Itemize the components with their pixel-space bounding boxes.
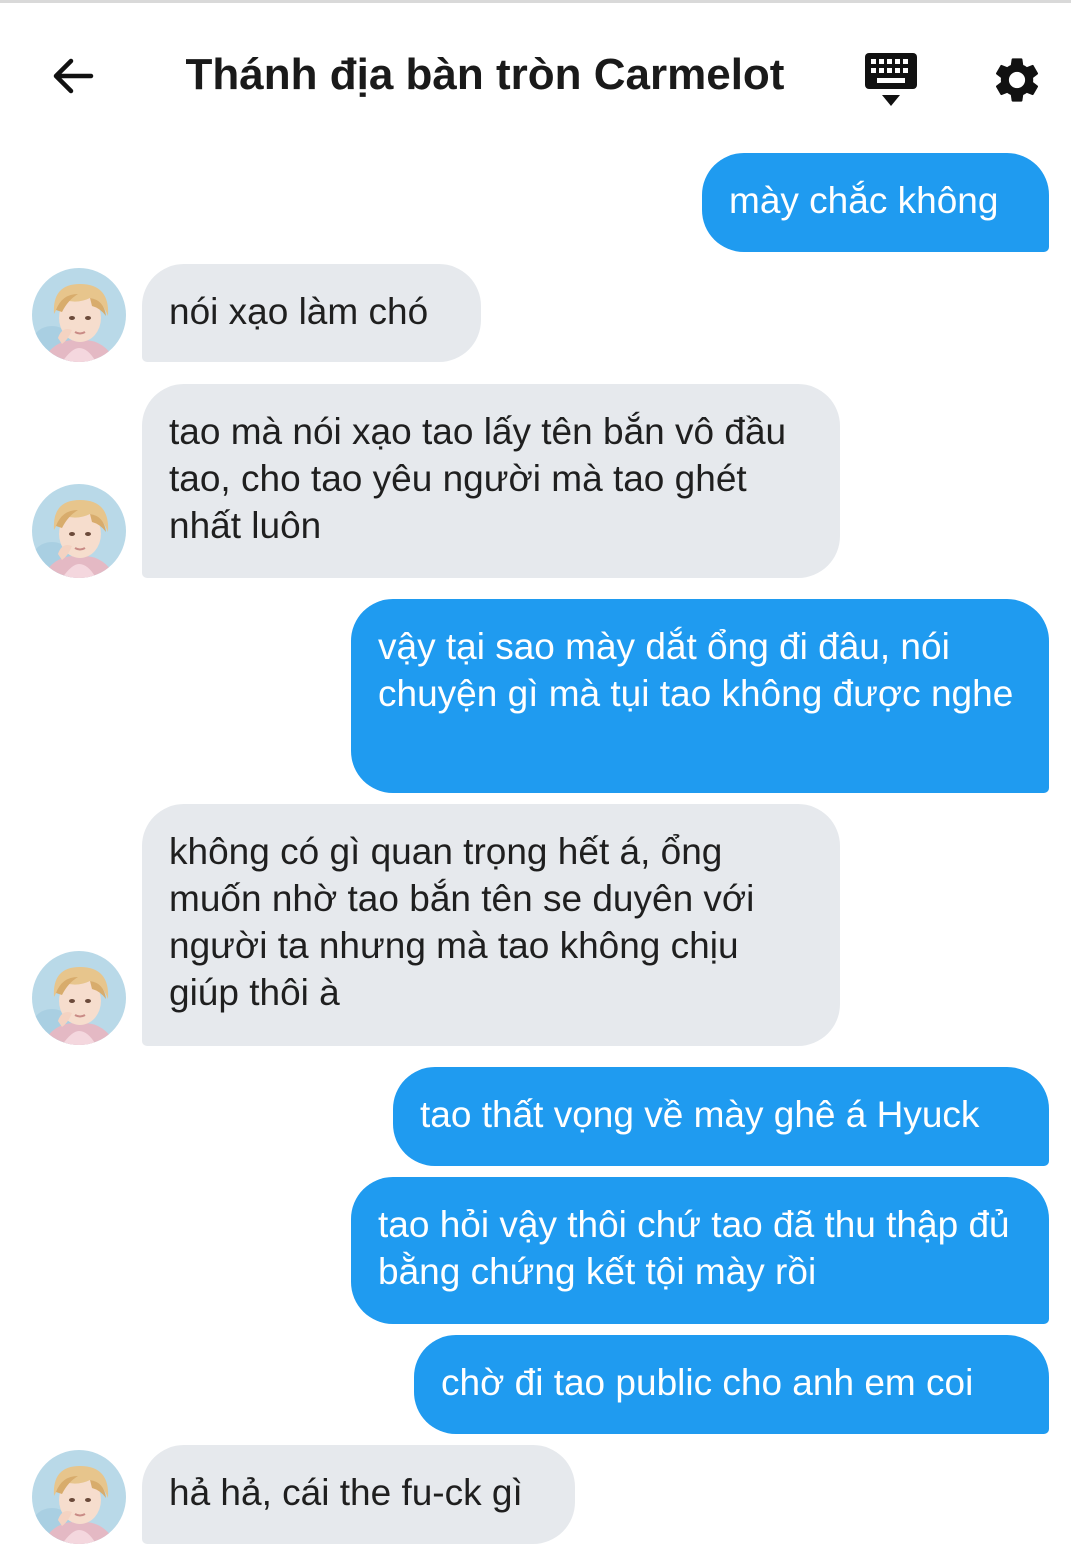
message-bubble-outgoing[interactable]: tao thất vọng về mày ghê á Hyuck [393, 1067, 1049, 1166]
avatar[interactable] [32, 268, 126, 362]
avatar[interactable] [32, 951, 126, 1045]
avatar[interactable] [32, 484, 126, 578]
conversation-title: Thánh địa bàn tròn Carmelot [185, 50, 785, 99]
keyboard-button[interactable] [856, 49, 926, 111]
message-bubble-outgoing[interactable]: vậy tại sao mày dắt ổng đi đâu, nói chuy… [351, 599, 1049, 793]
message-bubble-outgoing[interactable]: tao hỏi vậy thôi chứ tao đã thu thập đủ … [351, 1177, 1049, 1324]
keyboard-icon [865, 53, 917, 106]
arrow-left-icon [53, 58, 94, 94]
back-button[interactable] [38, 41, 108, 111]
message-bubble-incoming[interactable]: hả hả, cái the fu-ck gì [142, 1445, 575, 1544]
chat-header: Thánh địa bàn tròn Carmelot [0, 3, 1071, 143]
message-bubble-outgoing[interactable]: mày chắc không [702, 153, 1049, 252]
message-bubble-outgoing[interactable]: chờ đi tao public cho anh em coi [414, 1335, 1049, 1434]
settings-button[interactable] [982, 45, 1052, 115]
gear-icon [996, 58, 1039, 102]
message-bubble-incoming[interactable]: tao mà nói xạo tao lấy tên bắn vô đầu ta… [142, 384, 840, 578]
avatar[interactable] [32, 1450, 126, 1544]
message-bubble-incoming[interactable]: nói xạo làm chó [142, 264, 481, 362]
message-bubble-incoming[interactable]: không có gì quan trọng hết á, ổng muốn n… [142, 804, 840, 1046]
